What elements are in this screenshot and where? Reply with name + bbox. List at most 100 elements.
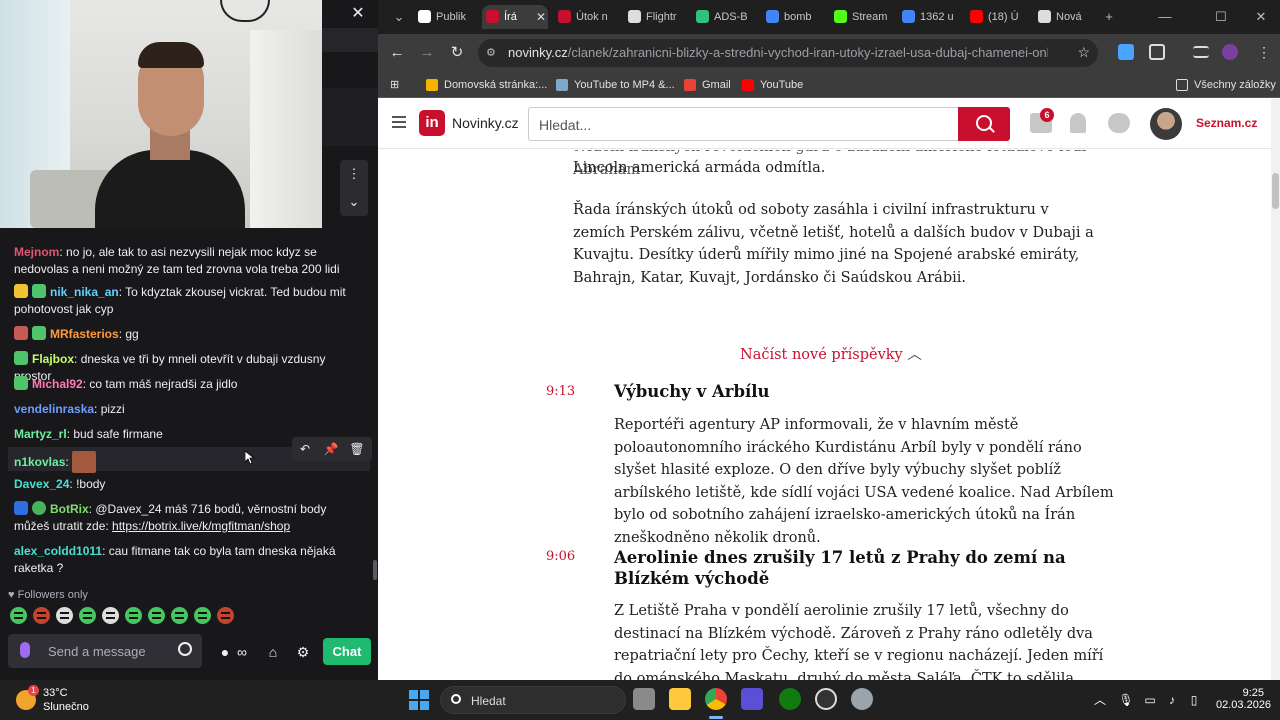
task-view-icon[interactable] xyxy=(633,688,655,710)
chat-username[interactable]: nik_nika_an xyxy=(50,285,119,299)
weather-temperature[interactable]: 33°C xyxy=(43,687,68,699)
site-search-input[interactable] xyxy=(539,114,939,136)
bookmark-star-icon[interactable]: ☆ xyxy=(1077,44,1090,61)
new-tab-icon[interactable]: + xyxy=(1094,5,1124,29)
seznam-link[interactable]: Seznam.cz xyxy=(1196,116,1257,130)
file-explorer-icon[interactable] xyxy=(669,688,691,710)
emote-icon[interactable] xyxy=(102,607,119,624)
pin-icon[interactable]: 📌 xyxy=(318,437,344,461)
infinity-icon[interactable]: ∞ xyxy=(232,642,252,662)
emote-icon[interactable] xyxy=(79,607,96,624)
tab-close-icon[interactable]: ✕ xyxy=(536,5,546,29)
novinky-logo[interactable]: in xyxy=(419,110,445,136)
browser-tab[interactable]: Útok n xyxy=(554,5,616,29)
chat-message-input[interactable] xyxy=(48,640,168,662)
chevron-down-icon[interactable]: ⌄ xyxy=(340,188,368,216)
emote-icon[interactable] xyxy=(56,607,73,624)
store-icon[interactable]: ⌂ xyxy=(263,642,283,662)
windows-start-icon[interactable] xyxy=(409,690,429,710)
close-icon[interactable]: ✕ xyxy=(346,4,370,24)
reading-list-icon[interactable] xyxy=(1193,46,1209,58)
hamburger-menu-icon[interactable] xyxy=(392,116,406,128)
user-avatar[interactable] xyxy=(1150,108,1182,140)
emote-icon[interactable] xyxy=(10,607,27,624)
post-headline[interactable]: Aerolinie dnes zrušily 17 letů z Prahy d… xyxy=(614,547,1114,589)
xbox-icon[interactable] xyxy=(779,688,801,710)
obs-icon[interactable] xyxy=(815,688,837,710)
bookmark-item[interactable]: Domovská stránka:... xyxy=(426,76,547,94)
extensions-puzzle-icon[interactable] xyxy=(1149,44,1165,60)
browser-tab[interactable]: ADS-B xyxy=(692,5,756,29)
emoji-icon[interactable] xyxy=(178,642,192,656)
system-clock[interactable]: 9:25 02.03.2026 xyxy=(1216,687,1271,711)
emote-icon[interactable] xyxy=(148,607,165,624)
chrome-icon[interactable] xyxy=(705,688,727,710)
browser-tab[interactable]: Stream xyxy=(830,5,892,29)
site-name[interactable]: Novinky.cz xyxy=(452,115,519,131)
chat-username[interactable]: Flajbox xyxy=(32,352,74,366)
chat-scrollbar[interactable] xyxy=(373,560,377,580)
bookmark-item[interactable]: YouTube to MP4 &... xyxy=(556,76,675,94)
chat-username[interactable]: Martyz_rl xyxy=(14,427,67,441)
browser-tab[interactable]: Publik xyxy=(414,5,474,29)
send-chat-button[interactable]: Chat xyxy=(323,638,371,665)
chat-username[interactable]: alex_coldd1011 xyxy=(14,544,102,558)
window-close-icon[interactable]: ✕ xyxy=(1246,5,1276,29)
browser-menu-icon[interactable]: ⋮ xyxy=(1256,44,1272,60)
maximize-icon[interactable]: ☐ xyxy=(1206,5,1236,29)
bookmark-item[interactable]: YouTube xyxy=(742,76,803,94)
browser-tab[interactable]: Írá ✕ xyxy=(482,5,548,29)
chat-username[interactable]: Davex_24 xyxy=(14,477,69,491)
load-new-posts-button[interactable]: Načíst nové příspěvky ︿ xyxy=(740,343,922,364)
site-info-icon[interactable]: ⚙ xyxy=(486,46,500,60)
page-scrollbar[interactable] xyxy=(1271,99,1280,680)
network-icon[interactable]: ▭ xyxy=(1142,692,1158,708)
search-button[interactable] xyxy=(958,107,1010,141)
browser-tab[interactable]: 1362 u xyxy=(898,5,960,29)
reload-icon[interactable]: ↻ xyxy=(446,42,468,64)
extension-icon[interactable] xyxy=(1118,44,1134,60)
emote-icon[interactable] xyxy=(217,607,234,624)
bell-icon[interactable] xyxy=(1070,113,1086,133)
profile-avatar-icon[interactable] xyxy=(1222,44,1238,60)
url-text[interactable]: novinky.cz/clanek/zahranicni-blizky-a-st… xyxy=(508,45,1048,60)
browser-tab[interactable]: Nová xyxy=(1034,5,1096,29)
bookmark-item[interactable]: Gmail xyxy=(684,76,731,94)
emote-icon[interactable] xyxy=(125,607,142,624)
emote-icon[interactable] xyxy=(171,607,188,624)
scrollbar-thumb[interactable] xyxy=(1272,173,1279,209)
gear-icon[interactable]: ⚙ xyxy=(293,642,313,662)
weather-condition[interactable]: Slunečno xyxy=(43,701,89,713)
all-bookmarks[interactable]: Všechny záložky xyxy=(1176,76,1276,94)
browser-tab[interactable]: (18) Ú xyxy=(966,5,1028,29)
apps-grid-icon[interactable]: ⊞ xyxy=(390,76,404,94)
back-icon[interactable]: ← xyxy=(386,42,408,64)
browser-tab[interactable]: bomb xyxy=(762,5,824,29)
chat-username[interactable]: Michal92 xyxy=(32,377,83,391)
app-icon[interactable] xyxy=(741,688,763,710)
minimize-icon[interactable]: — xyxy=(1150,5,1180,29)
tab-search-icon[interactable]: ⌄ xyxy=(384,5,414,29)
reply-icon[interactable]: ↶ xyxy=(292,437,318,461)
chat-bubble-icon[interactable] xyxy=(1108,113,1130,133)
forward-icon[interactable]: → xyxy=(416,42,438,64)
delete-icon[interactable]: 🗑 xyxy=(344,437,370,461)
battery-icon[interactable]: ▯ xyxy=(1186,692,1202,708)
post-headline[interactable]: Výbuchy v Arbílu xyxy=(614,381,1114,402)
microphone-tray-icon[interactable]: 🎙 xyxy=(1118,692,1134,708)
browser-tab[interactable]: Flightr xyxy=(624,5,686,29)
chat-username[interactable]: vendelinraska xyxy=(14,402,94,416)
chat-username[interactable]: n1kovlas xyxy=(14,455,65,469)
tray-expand-icon[interactable]: ︿ xyxy=(1092,692,1108,708)
taskbar-search-input[interactable] xyxy=(471,692,611,710)
emote-icon[interactable] xyxy=(194,607,211,624)
more-options-icon[interactable]: ⋮ xyxy=(340,160,368,188)
chat-username[interactable]: BotRix xyxy=(50,502,89,516)
settings-icon[interactable] xyxy=(851,688,873,710)
chat-username[interactable]: MRfasterios xyxy=(50,327,119,341)
volume-icon[interactable]: ♪ xyxy=(1164,692,1180,708)
microphone-icon[interactable] xyxy=(20,642,30,658)
chat-username[interactable]: Mejnom xyxy=(14,245,59,259)
address-bar[interactable]: ⚙ novinky.cz/clanek/zahranicni-blizky-a-… xyxy=(478,39,1098,67)
emote-icon[interactable] xyxy=(33,607,50,624)
